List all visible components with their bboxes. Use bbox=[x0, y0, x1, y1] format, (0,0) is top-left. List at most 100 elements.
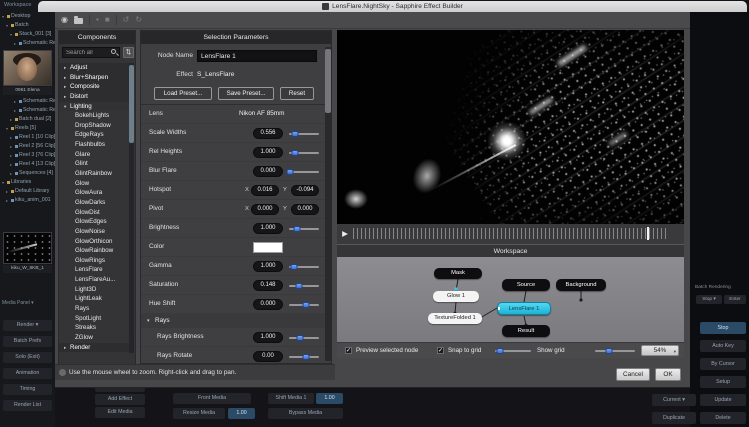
param-section-rays[interactable]: ▾ Rays bbox=[141, 314, 325, 328]
slider-handle[interactable] bbox=[302, 302, 309, 308]
tree-item[interactable]: ▸kiku_anim_001 bbox=[0, 196, 55, 205]
zoom-slider[interactable] bbox=[595, 350, 635, 352]
play-button[interactable]: ▶ bbox=[340, 228, 350, 239]
ok-button[interactable]: OK bbox=[655, 368, 681, 381]
parameters-scrollbar[interactable] bbox=[325, 47, 331, 361]
update-button[interactable]: Update bbox=[700, 394, 746, 406]
component-item[interactable]: DropShadow bbox=[59, 121, 130, 131]
component-item[interactable]: LightLeak bbox=[59, 294, 130, 304]
x-value-field[interactable]: 0.016 bbox=[251, 185, 279, 196]
sort-button[interactable]: ⇅ bbox=[123, 47, 134, 58]
color-swatch[interactable] bbox=[253, 242, 283, 253]
slider[interactable] bbox=[289, 356, 319, 358]
grid-size-slider[interactable] bbox=[495, 350, 531, 352]
component-item[interactable]: SpotLight bbox=[59, 314, 130, 324]
component-item[interactable]: GlowRings bbox=[59, 256, 130, 266]
stop-menu-button[interactable]: Stop ▾ bbox=[696, 295, 722, 304]
slider-handle[interactable] bbox=[286, 169, 293, 175]
slider[interactable] bbox=[289, 228, 319, 230]
value-field[interactable]: 0.000 bbox=[253, 166, 283, 177]
component-item[interactable]: Glow bbox=[59, 179, 130, 189]
tree-item[interactable]: ▾Libraries bbox=[0, 178, 55, 187]
shift-media-value[interactable]: 1.00 bbox=[316, 393, 343, 404]
component-item[interactable]: Rays bbox=[59, 304, 130, 314]
clip-thumbnail-portrait[interactable] bbox=[3, 50, 52, 86]
shift-media-button[interactable]: Shift Media 1 bbox=[268, 393, 314, 404]
by-cursor-button[interactable]: By Cursor bbox=[700, 358, 746, 370]
value-field[interactable]: 0.00 bbox=[253, 351, 283, 362]
slider-handle[interactable] bbox=[297, 335, 304, 341]
snap-to-grid-checkbox[interactable]: ✓ bbox=[437, 347, 444, 354]
edit-media-button[interactable]: Edit Media bbox=[95, 407, 145, 418]
node-texture-folded[interactable]: TextureFolded 1 bbox=[428, 313, 482, 324]
animation-button[interactable]: Animation bbox=[3, 368, 52, 379]
delete-button[interactable]: Delete bbox=[700, 412, 746, 424]
node-result[interactable]: Result bbox=[502, 325, 550, 337]
component-item[interactable]: GlowEdges bbox=[59, 217, 130, 227]
value-field[interactable]: 1.000 bbox=[253, 332, 283, 343]
current-menu-button[interactable]: Current ▾ bbox=[652, 394, 696, 406]
reset-button[interactable]: Reset bbox=[280, 87, 314, 100]
setup-button[interactable]: Setup bbox=[700, 376, 746, 388]
slider-handle[interactable] bbox=[606, 348, 613, 354]
tree-item[interactable]: ▸Reel 2 [56 Clip] bbox=[0, 142, 55, 151]
tree-item[interactable]: ▸Reel 1 [10 Clip] bbox=[0, 133, 55, 142]
slider[interactable] bbox=[289, 266, 319, 268]
playhead[interactable] bbox=[647, 227, 649, 240]
component-item[interactable]: ▸Composite bbox=[59, 82, 130, 92]
timeline[interactable] bbox=[353, 228, 667, 239]
value-field[interactable]: 1.000 bbox=[253, 261, 283, 272]
timing-button[interactable]: Timing bbox=[3, 384, 52, 395]
tree-item[interactable]: ▸Schematic Reel bbox=[0, 39, 55, 48]
redo-icon[interactable]: ↻ bbox=[135, 16, 142, 24]
value-field[interactable]: 0.148 bbox=[253, 280, 283, 291]
enter-button[interactable]: Enter bbox=[724, 295, 746, 304]
component-item[interactable]: EdgeRays bbox=[59, 130, 130, 140]
slider-handle[interactable] bbox=[291, 264, 298, 270]
y-value-field[interactable]: -0.094 bbox=[291, 185, 319, 196]
open-folder-icon[interactable] bbox=[74, 18, 83, 24]
slider-handle[interactable] bbox=[302, 354, 309, 360]
duplicate-button[interactable]: Duplicate bbox=[652, 412, 696, 424]
slider[interactable] bbox=[289, 337, 319, 339]
slider[interactable] bbox=[289, 285, 319, 287]
node-background[interactable]: Background bbox=[556, 279, 606, 291]
scrollbar-thumb[interactable] bbox=[325, 49, 331, 113]
scrollbar-thumb[interactable] bbox=[129, 65, 134, 143]
slider-handle[interactable] bbox=[497, 348, 504, 354]
component-item[interactable]: ▸Adjust bbox=[59, 63, 130, 73]
tree-item[interactable]: ▸Sequences [4] bbox=[0, 169, 55, 178]
slider[interactable] bbox=[289, 133, 319, 135]
component-item[interactable]: Light3D bbox=[59, 285, 130, 295]
slider-handle[interactable] bbox=[295, 283, 302, 289]
node-source[interactable]: Source bbox=[502, 279, 550, 291]
component-item[interactable]: GlowAura bbox=[59, 188, 130, 198]
clip-thumbnail-night[interactable] bbox=[3, 232, 52, 264]
slider[interactable] bbox=[289, 152, 319, 154]
components-scrollbar[interactable] bbox=[129, 63, 134, 353]
media-panel-label[interactable]: Media Panel ▾ bbox=[2, 300, 34, 306]
slider-handle[interactable] bbox=[292, 150, 299, 156]
tree-item[interactable]: ▸Reel 3 [76 Clip] bbox=[0, 151, 55, 160]
component-item[interactable]: LensFlareAu... bbox=[59, 275, 130, 285]
component-item[interactable]: ▸Render bbox=[59, 343, 130, 353]
tree-item[interactable]: ▸Schematic Reel 3 bbox=[0, 106, 55, 115]
component-item[interactable]: GlowNoise bbox=[59, 227, 130, 237]
auto-key-button[interactable]: Auto Key bbox=[700, 340, 746, 352]
component-item[interactable]: Glare bbox=[59, 150, 130, 160]
slider[interactable] bbox=[289, 171, 319, 173]
component-item[interactable]: ▸Distort bbox=[59, 92, 130, 102]
component-item[interactable]: Streaks bbox=[59, 323, 130, 333]
component-item[interactable]: ▸Blur+Sharpen bbox=[59, 73, 130, 83]
component-item[interactable]: GlowDist bbox=[59, 208, 130, 218]
component-item[interactable]: GlowOrthicon bbox=[59, 237, 130, 247]
resize-media-value[interactable]: 1.00 bbox=[228, 408, 255, 419]
solo-exit-button[interactable]: Solo (Exit) bbox=[3, 352, 52, 363]
component-item[interactable]: GlintRainbow bbox=[59, 169, 130, 179]
component-item[interactable]: ZGlow bbox=[59, 333, 130, 343]
bypass-media-button[interactable]: Bypass Media bbox=[268, 408, 343, 419]
tree-item[interactable]: ▸Schematic Reel 2 bbox=[0, 97, 55, 106]
window-titlebar[interactable]: LensFlare.NightSky - Sapphire Effect Bui… bbox=[38, 1, 747, 12]
node-name-input[interactable] bbox=[197, 50, 317, 62]
node-mask[interactable]: Mask bbox=[434, 268, 482, 279]
